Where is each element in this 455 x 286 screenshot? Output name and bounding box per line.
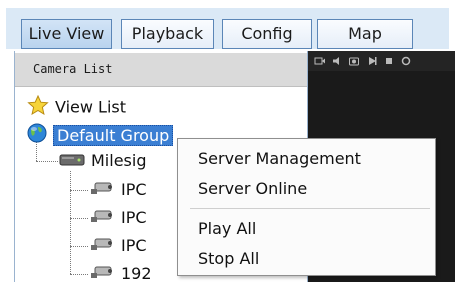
play-icon[interactable] [366, 55, 378, 67]
menu-item-stop-all[interactable]: Stop All [198, 249, 259, 268]
tab-config[interactable]: Config [222, 19, 312, 49]
tree-connector [70, 190, 88, 191]
tree-label: IPC [121, 208, 147, 227]
star-icon [27, 94, 49, 121]
tree-connector [70, 274, 88, 275]
menu-item-play-all[interactable]: Play All [198, 219, 256, 238]
globe-icon [27, 123, 47, 149]
tree-label: 192 [121, 264, 152, 283]
tree-item-server[interactable]: Milesig [59, 150, 146, 172]
settings-icon[interactable] [400, 55, 412, 67]
tree-label: Milesig [91, 151, 147, 170]
menu-item-server-online[interactable]: Server Online [198, 179, 307, 198]
tree-connector [70, 246, 88, 247]
tree-item-default-group[interactable]: Default Group [27, 123, 174, 146]
tree-label: IPC [121, 180, 147, 199]
tree-label: IPC [121, 236, 147, 255]
camera-icon [89, 264, 115, 286]
audio-icon[interactable] [331, 55, 343, 67]
tree-item-camera[interactable]: IPC [89, 235, 147, 257]
tab-playback[interactable]: Playback [121, 19, 214, 49]
tree-connector [70, 171, 71, 274]
tab-map[interactable]: Map [317, 19, 413, 49]
stop-icon[interactable] [383, 55, 395, 67]
tree-connector [70, 218, 88, 219]
tree-label-selected: Default Group [53, 124, 174, 146]
menu-separator [190, 208, 430, 209]
app-window: Live View Playback Config Map Camera Lis… [0, 0, 455, 283]
tree-item-camera[interactable]: IPC [89, 207, 147, 229]
menu-item-server-management[interactable]: Server Management [198, 149, 361, 168]
video-toolbar [308, 51, 455, 71]
record-icon[interactable] [314, 55, 326, 67]
server-icon [59, 151, 85, 173]
tree-item-camera[interactable]: IPC [89, 179, 147, 201]
tab-live-view[interactable]: Live View [21, 19, 112, 49]
camera-icon [89, 236, 115, 258]
tree-connector [36, 161, 58, 162]
camera-icon [89, 180, 115, 202]
camera-icon [89, 208, 115, 230]
panel-title: Camera List [33, 62, 113, 76]
tree-item-view-list[interactable]: View List [27, 94, 127, 117]
panel-header: Camera List [15, 53, 307, 87]
snapshot-icon[interactable] [348, 55, 360, 67]
context-menu: Server Management Server Online Play All… [177, 138, 436, 276]
tab-bar: Live View Playback Config Map [6, 8, 449, 49]
tree-label: View List [55, 97, 127, 117]
